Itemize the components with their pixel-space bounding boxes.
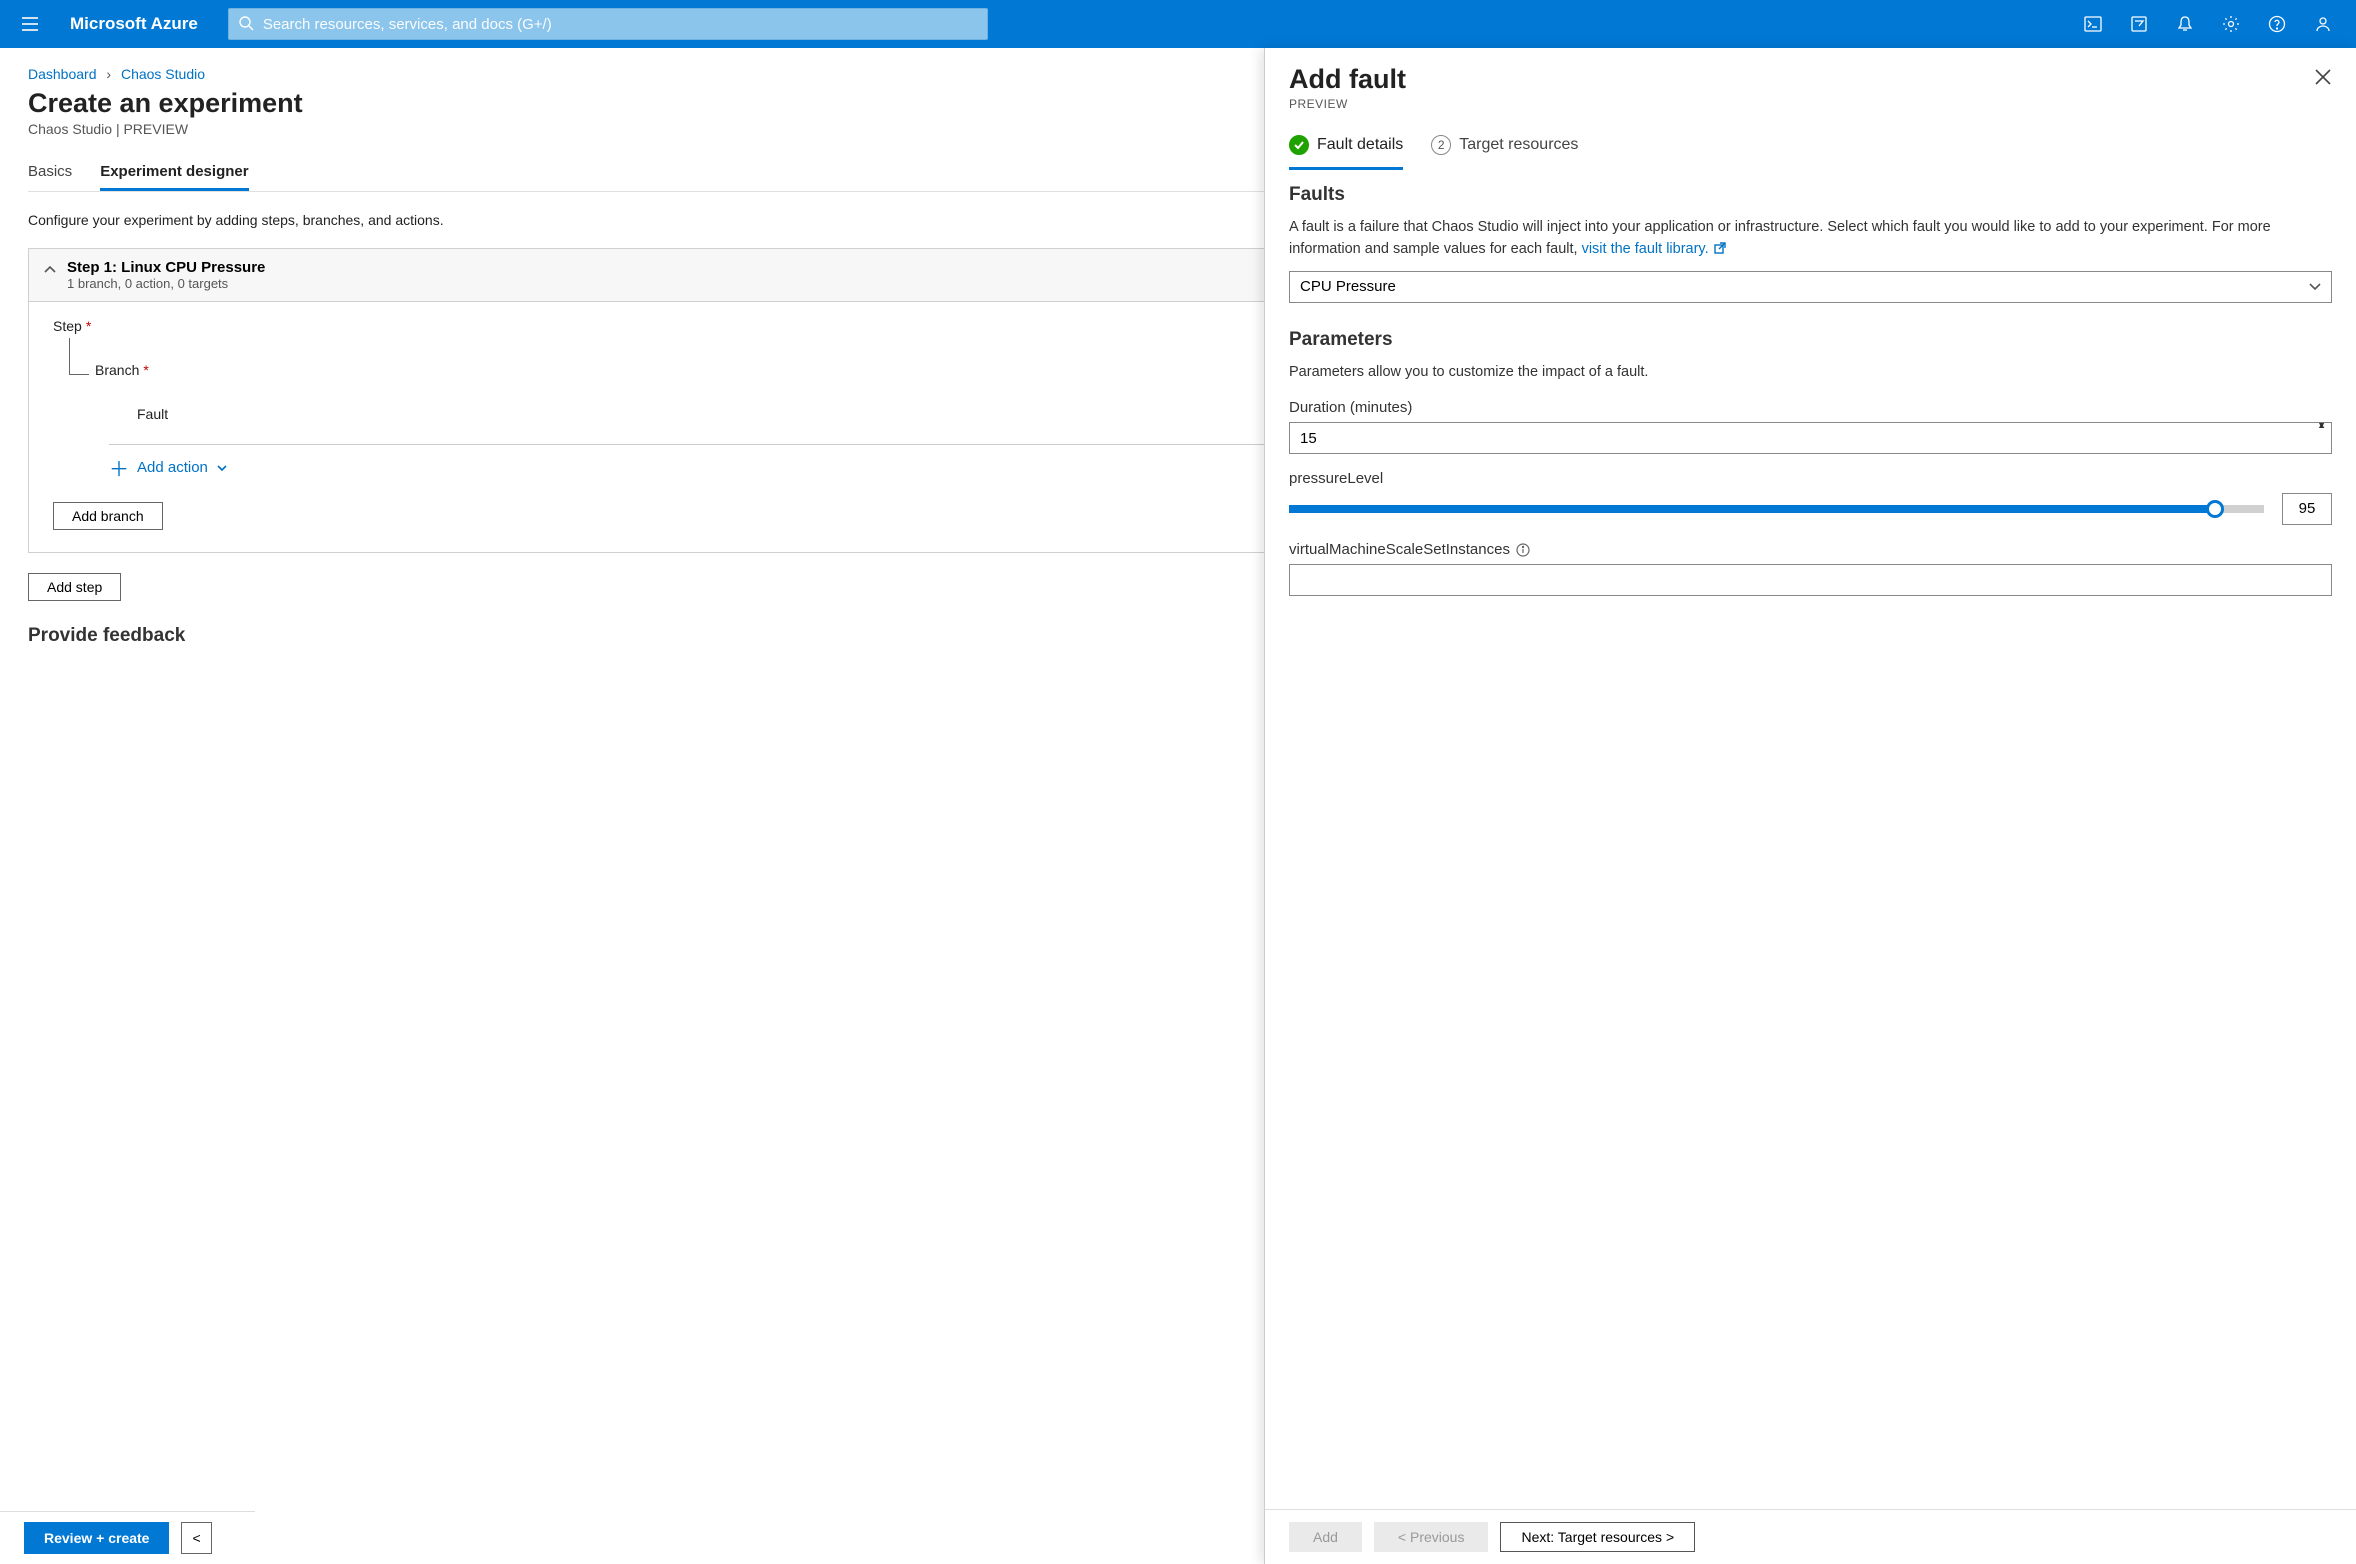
chevron-right-icon: › <box>106 66 111 82</box>
tab-basics[interactable]: Basics <box>28 155 72 191</box>
external-link-icon <box>1713 241 1727 255</box>
notifications-icon[interactable] <box>2162 0 2208 48</box>
breadcrumb-chaos-studio[interactable]: Chaos Studio <box>121 66 205 82</box>
faults-heading: Faults <box>1289 184 2332 206</box>
slider-track <box>1289 505 2264 513</box>
flyout-title: Add fault <box>1289 64 2332 95</box>
page-footer: Review + create < <box>0 1511 255 1564</box>
vmss-input[interactable] <box>1289 564 2332 596</box>
feedback-icon[interactable] <box>2300 0 2346 48</box>
tab-experiment-designer[interactable]: Experiment designer <box>100 155 248 191</box>
parameters-description: Parameters allow you to customize the im… <box>1289 361 2332 383</box>
previous-button: < Previous <box>1374 1522 1489 1552</box>
wizard-tab-target-resources[interactable]: 2 Target resources <box>1431 135 1578 170</box>
help-icon[interactable] <box>2254 0 2300 48</box>
fault-select[interactable] <box>1289 271 2332 303</box>
hamburger-menu[interactable] <box>10 4 50 44</box>
wizard-tabs: Fault details 2 Target resources <box>1265 121 2356 170</box>
duration-value[interactable] <box>1289 422 2332 454</box>
add-button: Add <box>1289 1522 1362 1552</box>
topbar-icons <box>2070 0 2346 48</box>
wizard-tab-fault-details[interactable]: Fault details <box>1289 135 1403 170</box>
add-fault-flyout: Add fault PREVIEW Fault details 2 Target… <box>1264 48 2356 1564</box>
plus-icon: ＋ <box>109 453 129 482</box>
fault-library-link[interactable]: visit the fault library. <box>1582 241 1709 257</box>
review-create-button[interactable]: Review + create <box>24 1522 169 1554</box>
flyout-sub: PREVIEW <box>1289 97 2332 111</box>
slider-thumb[interactable] <box>2206 500 2224 518</box>
topbar: Microsoft Azure <box>0 0 2356 48</box>
step-sub: 1 branch, 0 action, 0 targets <box>67 276 265 291</box>
cloud-shell-icon[interactable] <box>2070 0 2116 48</box>
tree-step-label: Step* <box>53 318 91 334</box>
vmss-label: virtualMachineScaleSetInstances <box>1289 541 2332 558</box>
step-title: Step 1: Linux CPU Pressure <box>67 259 265 276</box>
tree-branch-label: Branch* <box>95 362 149 378</box>
duration-label: Duration (minutes) <box>1289 399 2332 416</box>
flyout-footer: Add < Previous Next: Target resources > <box>1265 1509 2356 1564</box>
add-branch-button[interactable]: Add branch <box>53 502 163 530</box>
next-button[interactable]: Next: Target resources > <box>1500 1522 1695 1552</box>
brand-label[interactable]: Microsoft Azure <box>70 14 198 34</box>
tree-fault-label: Fault <box>137 406 168 422</box>
parameters-heading: Parameters <box>1289 329 2332 351</box>
duration-input[interactable]: ▲ ▼ <box>1289 422 2332 454</box>
pressure-slider[interactable] <box>1289 497 2264 521</box>
slider-fill <box>1289 505 2215 513</box>
pressure-label: pressureLevel <box>1289 470 2332 487</box>
settings-icon[interactable] <box>2208 0 2254 48</box>
fault-select-value[interactable] <box>1289 271 2332 303</box>
close-icon[interactable] <box>2314 68 2332 86</box>
global-search[interactable] <box>228 8 988 40</box>
check-icon <box>1289 135 1309 155</box>
directory-filter-icon[interactable] <box>2116 0 2162 48</box>
breadcrumb-dashboard[interactable]: Dashboard <box>28 66 97 82</box>
info-icon[interactable] <box>1516 543 1530 557</box>
prev-page-button[interactable]: < <box>181 1522 211 1554</box>
search-icon <box>238 15 254 31</box>
chevron-up-icon[interactable] <box>43 263 57 277</box>
search-input[interactable] <box>228 8 988 40</box>
add-step-button[interactable]: Add step <box>28 573 121 601</box>
step-2-badge: 2 <box>1431 135 1451 155</box>
faults-description: A fault is a failure that Chaos Studio w… <box>1289 216 2332 261</box>
pressure-value[interactable]: 95 <box>2282 493 2332 525</box>
